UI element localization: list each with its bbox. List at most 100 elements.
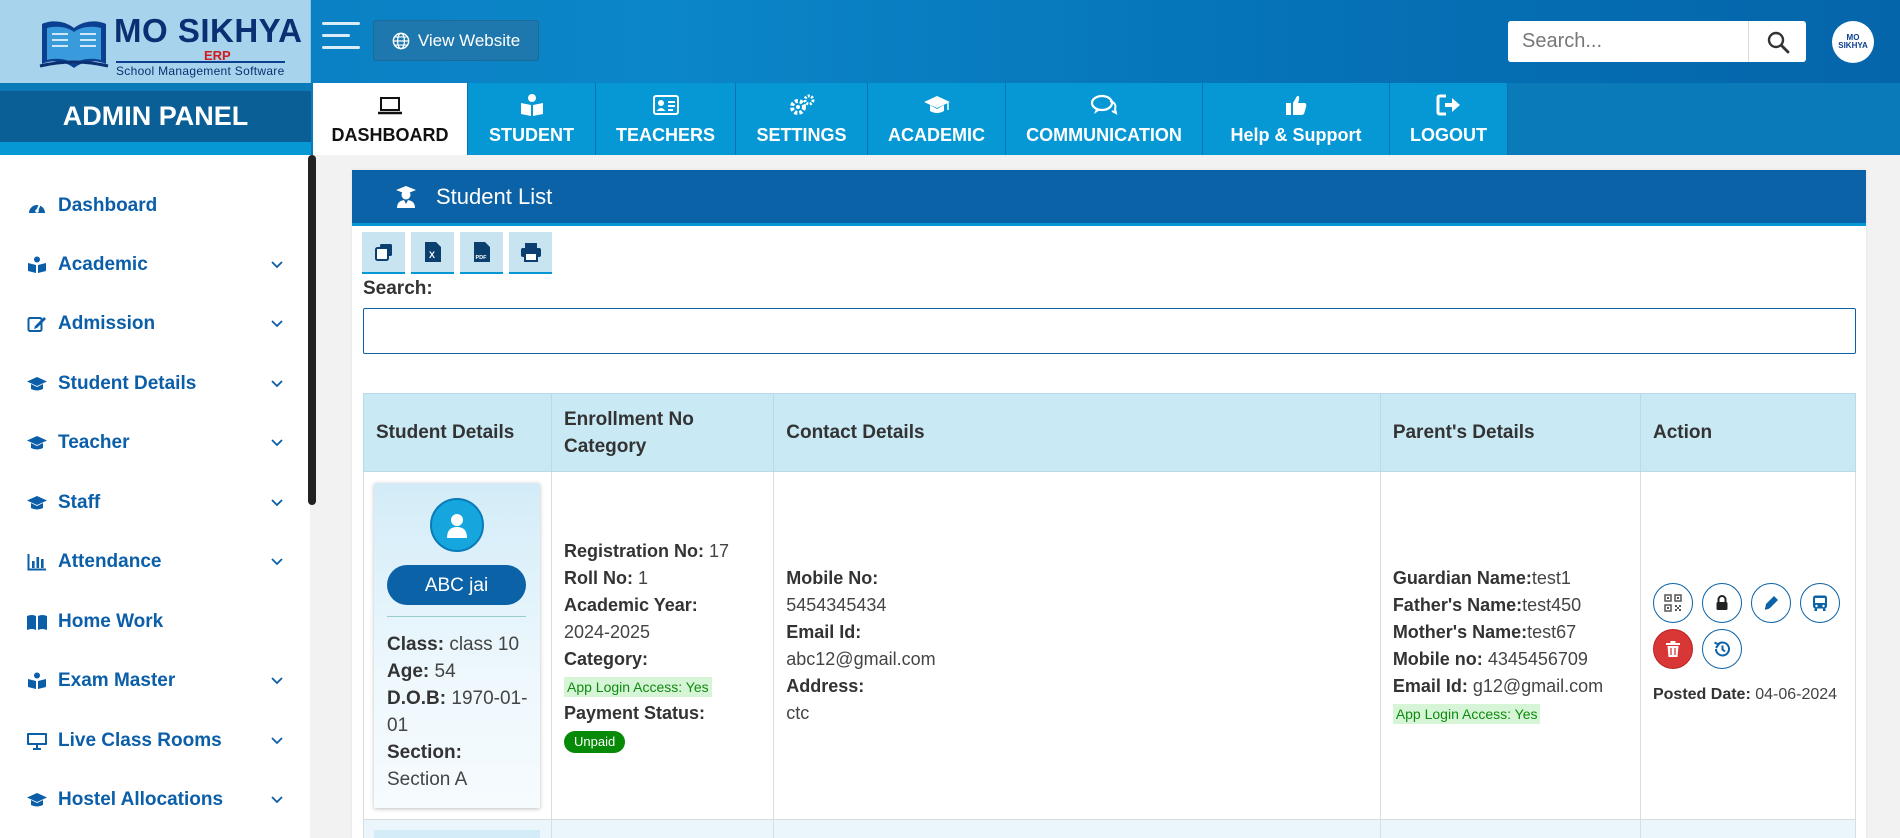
top-header: MO SIKHYA ERP School Management Software… xyxy=(0,0,1900,83)
pdf-icon: PDF xyxy=(473,242,490,262)
chevron-down-icon xyxy=(271,677,283,685)
admin-panel-strip xyxy=(0,142,311,155)
tab-settings[interactable]: SETTINGS xyxy=(736,83,868,155)
lock-button[interactable] xyxy=(1701,583,1742,623)
user-graduate-icon xyxy=(396,186,416,208)
tab-help-support[interactable]: Help & Support xyxy=(1203,83,1390,155)
brand-logo[interactable]: MO SIKHYA ERP School Management Software xyxy=(0,0,311,83)
contact-cell: Mobile No: 5454345434 Email Id: abc12@gm… xyxy=(773,471,1381,820)
tab-dashboard[interactable]: DASHBOARD xyxy=(313,83,468,155)
sidebar-item-live-class-rooms[interactable]: Live Class Rooms xyxy=(0,721,300,761)
page-title: Student List xyxy=(436,183,553,209)
open-book-logo-icon xyxy=(39,21,109,69)
delete-button[interactable] xyxy=(1652,629,1693,669)
chevron-down-icon xyxy=(271,380,283,388)
view-website-button[interactable]: View Website xyxy=(373,20,539,61)
thumbs-up-icon xyxy=(1286,95,1307,115)
nav-tabs: DASHBOARD STUDENT TEACHERS SETTINGS ACAD… xyxy=(313,83,1508,155)
copy-icon xyxy=(374,244,392,261)
sidebar-item-student-details[interactable]: Student Details xyxy=(0,364,300,404)
gauge-icon xyxy=(29,203,45,213)
table-header-row: Student Details Enrollment No Category C… xyxy=(363,393,1857,472)
app-access-badge: App Login Access: Yes xyxy=(563,676,712,697)
sidebar-item-hostel-allocations[interactable]: Hostel Allocations xyxy=(0,780,300,820)
tab-student[interactable]: STUDENT xyxy=(468,83,596,155)
edit-icon xyxy=(27,317,46,332)
copy-button[interactable] xyxy=(362,232,405,274)
tab-logout[interactable]: LOGOUT xyxy=(1390,83,1508,155)
table-row xyxy=(363,819,1857,838)
student-table: Student Details Enrollment No Category C… xyxy=(363,393,1857,838)
qr-code-icon xyxy=(1664,594,1682,612)
global-search xyxy=(1508,21,1806,62)
sidebar-item-teacher[interactable]: Teacher xyxy=(0,423,300,463)
brand-tagline: School Management Software xyxy=(116,61,285,78)
column-header[interactable]: Contact Details xyxy=(773,393,1381,472)
cogs-icon xyxy=(789,94,814,115)
excel-icon: X xyxy=(424,242,441,262)
table-search-input[interactable] xyxy=(363,308,1856,354)
svg-text:PDF: PDF xyxy=(475,255,487,261)
chevron-down-icon xyxy=(271,261,283,269)
view-website-label: View Website xyxy=(417,30,521,50)
student-info: Class: class 10 Age: 54 D.O.B: 1970-01-0… xyxy=(387,634,528,790)
payment-status-badge: Unpaid xyxy=(563,730,626,753)
sidebar-item-academic[interactable]: Academic xyxy=(0,245,300,285)
pdf-button[interactable]: PDF xyxy=(460,232,503,274)
sidebar-scrollbar[interactable] xyxy=(308,155,316,505)
chevron-down-icon xyxy=(271,499,283,507)
user-icon xyxy=(447,514,467,538)
global-search-input[interactable] xyxy=(1508,21,1749,62)
sidebar-item-dashboard[interactable]: Dashboard xyxy=(0,186,300,226)
graduation-cap-icon xyxy=(27,496,47,510)
chevron-down-icon xyxy=(271,439,283,447)
column-header[interactable]: Enrollment No Category xyxy=(550,393,775,472)
student-list-panel: Student List X PDF Search: Student Detai… xyxy=(352,170,1866,838)
student-avatar xyxy=(430,498,484,552)
column-header[interactable]: Action xyxy=(1639,393,1857,472)
chat-bubbles-icon xyxy=(1090,94,1118,115)
graduation-cap-icon xyxy=(27,377,47,391)
sidebar-item-home-work[interactable]: Home Work xyxy=(0,602,300,642)
menu-toggle-button[interactable] xyxy=(322,22,360,54)
brand-name: MO SIKHYA xyxy=(114,12,303,49)
student-name-button[interactable]: ABC jai xyxy=(387,565,526,605)
print-button[interactable] xyxy=(509,232,552,274)
history-button[interactable] xyxy=(1701,629,1742,669)
student-details-cell: ABC jai Class: class 10 Age: 54 D.O.B: 1… xyxy=(363,471,552,820)
tab-communication[interactable]: COMMUNICATION xyxy=(1006,83,1203,155)
bus-icon xyxy=(1812,595,1827,611)
student-card xyxy=(374,830,540,838)
hamburger-icon xyxy=(322,22,360,25)
panel-header: Student List xyxy=(352,170,1866,226)
pen-icon xyxy=(1764,596,1778,610)
user-avatar[interactable]: MO SIKHYA xyxy=(1832,21,1874,63)
tab-teachers[interactable]: TEACHERS xyxy=(596,83,736,155)
search-icon xyxy=(1767,31,1789,53)
main-nav: ADMIN PANEL DASHBOARD STUDENT TEACHERS S… xyxy=(0,83,1900,155)
desktop-icon xyxy=(27,733,47,750)
sidebar-item-exam-master[interactable]: Exam Master xyxy=(0,661,300,701)
bar-chart-icon xyxy=(27,554,46,571)
sidebar-item-attendance[interactable]: Attendance xyxy=(0,542,300,582)
student-card: ABC jai Class: class 10 Age: 54 D.O.B: 1… xyxy=(374,483,540,808)
excel-button[interactable]: X xyxy=(411,232,454,274)
column-header[interactable]: Parent's Details xyxy=(1379,393,1641,472)
sidebar-item-staff[interactable]: Staff xyxy=(0,483,300,523)
global-search-button[interactable] xyxy=(1749,21,1806,62)
posted-date: Posted Date: 04-06-2024 xyxy=(1652,686,1838,703)
sign-out-icon xyxy=(1436,94,1460,115)
trash-icon xyxy=(1665,641,1680,657)
print-icon xyxy=(520,243,541,262)
table-search-label: Search: xyxy=(363,278,433,299)
history-icon xyxy=(1714,641,1730,657)
svg-text:X: X xyxy=(429,250,435,260)
graduation-cap-icon xyxy=(27,793,47,807)
transport-button[interactable] xyxy=(1799,583,1840,623)
tab-academic[interactable]: ACADEMIC xyxy=(868,83,1006,155)
qr-code-button[interactable] xyxy=(1652,583,1693,623)
action-cell: Posted Date: 04-06-2024 xyxy=(1639,471,1857,820)
column-header[interactable]: Student Details xyxy=(363,393,552,472)
sidebar-item-admission[interactable]: Admission xyxy=(0,304,300,344)
edit-button[interactable] xyxy=(1750,583,1791,623)
